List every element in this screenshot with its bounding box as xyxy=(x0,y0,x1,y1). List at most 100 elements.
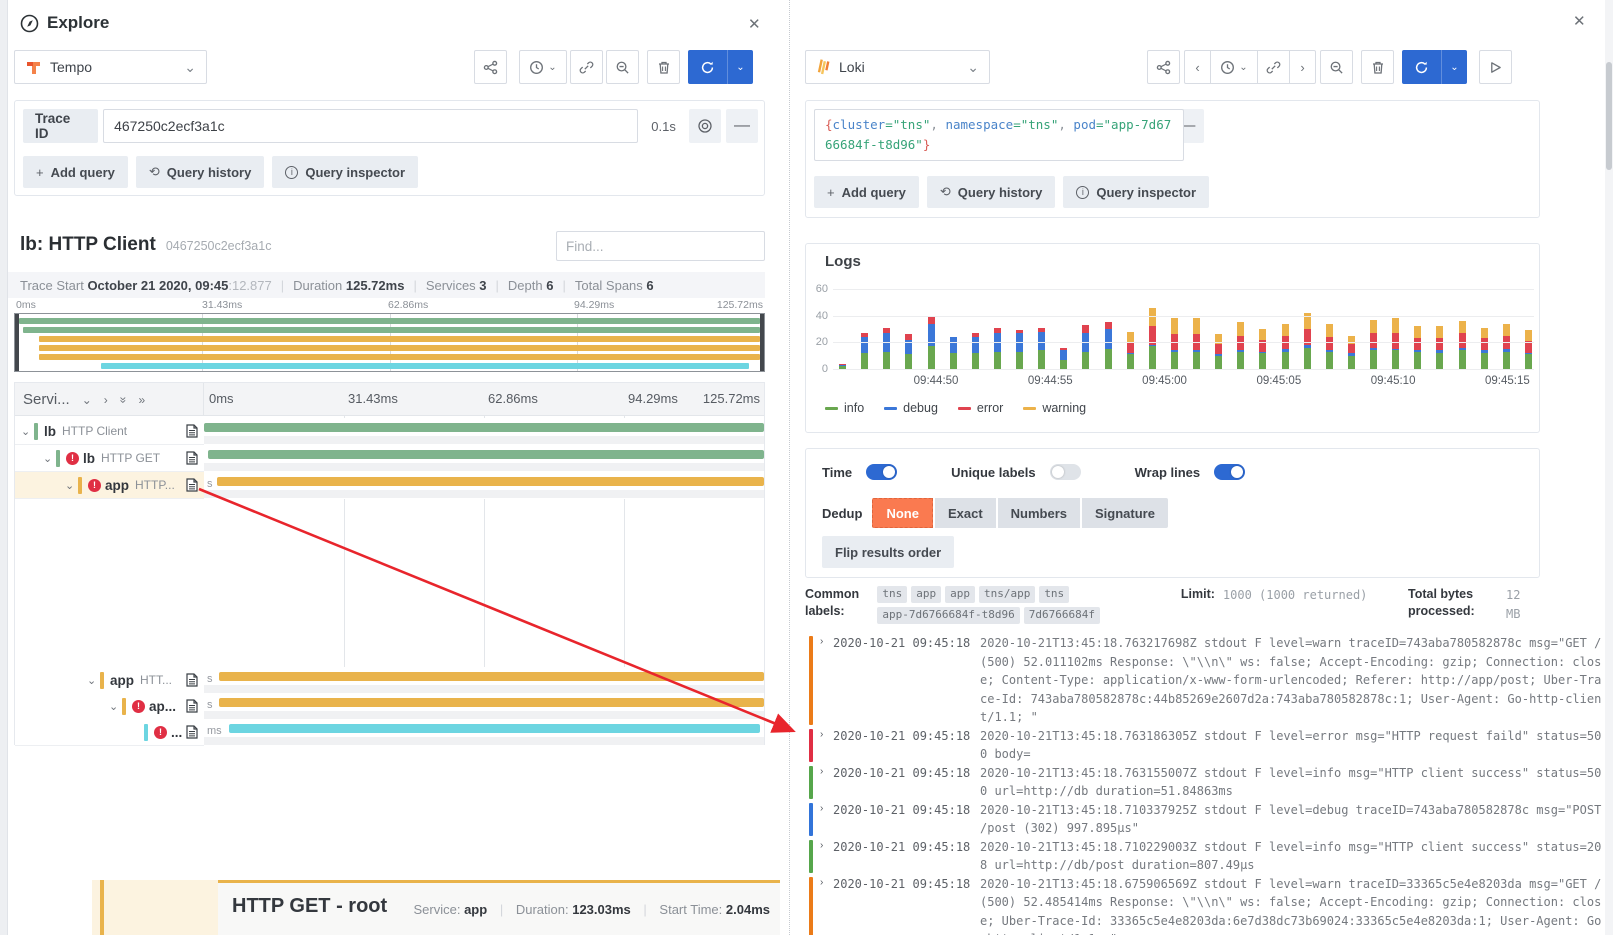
remove-pane-button[interactable] xyxy=(647,50,680,84)
refresh-interval-caret[interactable]: ⌄ xyxy=(727,50,753,84)
datasource-picker-tempo[interactable]: Tempo ⌄ xyxy=(14,50,207,84)
right-scrollbar[interactable] xyxy=(1605,0,1613,935)
span-tree-cell[interactable]: ⌄!appHTTP... xyxy=(15,472,204,499)
disable-query-button[interactable] xyxy=(689,109,721,143)
share-button[interactable] xyxy=(1147,50,1180,84)
refresh-icon[interactable] xyxy=(1402,50,1441,84)
log-row[interactable]: ›2020-10-21 09:45:182020-10-21T13:45:18.… xyxy=(805,634,1605,727)
dedup-option-numbers[interactable]: Numbers xyxy=(998,498,1080,528)
span-tree-cell[interactable]: !... xyxy=(15,719,204,746)
span-row[interactable]: s⌄!ap... xyxy=(15,693,764,720)
link-split-button[interactable] xyxy=(570,50,603,84)
span-row[interactable]: ms!... xyxy=(15,719,764,746)
wrap-lines-toggle[interactable] xyxy=(1214,464,1245,480)
span-bar-track[interactable]: ms xyxy=(204,719,764,746)
refresh-interval-caret[interactable]: ⌄ xyxy=(1441,50,1467,84)
logql-query-editor[interactable]: {cluster="tns", namespace="tns", pod="ap… xyxy=(814,109,1184,161)
remove-query-button[interactable]: — xyxy=(726,109,758,143)
trace-find-input[interactable] xyxy=(556,231,765,261)
span-row[interactable]: s⌄!appHTTP... xyxy=(15,472,764,499)
shift-time-forward-button[interactable]: › xyxy=(1289,50,1316,84)
log-row[interactable]: ›2020-10-21 09:45:182020-10-21T13:45:18.… xyxy=(805,727,1605,764)
span-logs-icon[interactable] xyxy=(186,478,198,497)
trace-id-input[interactable] xyxy=(103,109,638,143)
dedup-option-none[interactable]: None xyxy=(872,498,933,528)
add-query-button[interactable]: +Add query xyxy=(814,176,919,208)
chevron-right-icon[interactable]: › xyxy=(820,634,833,727)
log-row[interactable]: ›2020-10-21 09:45:182020-10-21T13:45:18.… xyxy=(805,764,1605,801)
query-history-button[interactable]: ⟲Query history xyxy=(927,176,1055,208)
span-bar[interactable] xyxy=(219,698,764,707)
span-tree-cell[interactable]: ⌄!ap... xyxy=(15,693,204,720)
close-left-pane-icon[interactable]: ✕ xyxy=(748,17,761,32)
time-toggle[interactable] xyxy=(866,464,897,480)
span-tree-cell[interactable]: ⌄!lbHTTP GET xyxy=(15,445,204,472)
remove-pane-button[interactable] xyxy=(1361,50,1394,84)
span-logs-icon[interactable] xyxy=(186,673,198,692)
trace-minimap[interactable] xyxy=(14,313,765,372)
chevron-down-icon[interactable]: ⌄ xyxy=(21,425,34,438)
dedup-option-exact[interactable]: Exact xyxy=(935,498,996,528)
span-bar[interactable] xyxy=(219,672,764,681)
minimap-right-handle[interactable] xyxy=(760,314,764,371)
span-bar[interactable] xyxy=(204,423,764,432)
log-row[interactable]: ›2020-10-21 09:45:182020-10-21T13:45:18.… xyxy=(805,875,1605,935)
chevron-down-icon[interactable]: ⌄ xyxy=(43,452,56,465)
chevron-down-icon[interactable]: ⌄ xyxy=(109,700,122,713)
chevron-down-icon[interactable]: ⌄ xyxy=(65,479,78,492)
span-logs-icon[interactable] xyxy=(186,725,198,744)
chevron-right-icon[interactable]: › xyxy=(820,838,833,875)
query-inspector-button[interactable]: iQuery inspector xyxy=(272,156,418,188)
span-bar-track[interactable] xyxy=(204,445,764,472)
span-color-indicator xyxy=(100,672,104,689)
span-bar-track[interactable]: s xyxy=(204,472,764,499)
log-row[interactable]: ›2020-10-21 09:45:182020-10-21T13:45:18.… xyxy=(805,801,1605,838)
link-split-button[interactable] xyxy=(1257,50,1290,84)
time-range-button[interactable]: ⌄ xyxy=(519,50,567,84)
span-logs-icon[interactable] xyxy=(186,451,198,470)
chevron-right-icon[interactable]: › xyxy=(820,764,833,801)
live-tail-button[interactable] xyxy=(1479,50,1512,84)
span-row[interactable]: ⌄!lbHTTP GET xyxy=(15,445,764,472)
span-bar-track[interactable] xyxy=(204,418,764,445)
span-row[interactable]: s⌄appHTT... xyxy=(15,667,764,694)
unique-labels-toggle[interactable] xyxy=(1050,464,1081,480)
span-bar-track[interactable]: s xyxy=(204,693,764,720)
legend-item-warning[interactable]: warning xyxy=(1023,401,1086,415)
legend-item-info[interactable]: info xyxy=(825,401,864,415)
zoom-out-button[interactable] xyxy=(1320,50,1353,84)
pane-divider[interactable] xyxy=(789,0,790,935)
shift-time-back-button[interactable]: ‹ xyxy=(1184,50,1211,84)
log-row[interactable]: ›2020-10-21 09:45:182020-10-21T13:45:18.… xyxy=(805,838,1605,875)
span-bar[interactable] xyxy=(229,724,760,733)
span-tree-cell[interactable]: ⌄appHTT... xyxy=(15,667,204,694)
chevron-right-icon[interactable]: › xyxy=(820,801,833,838)
legend-item-error[interactable]: error xyxy=(958,401,1003,415)
chevron-right-icon[interactable]: › xyxy=(820,727,833,764)
span-tree-cell[interactable]: ⌄lbHTTP Client xyxy=(15,418,204,445)
chevron-right-icon[interactable]: › xyxy=(820,875,833,935)
time-range-button[interactable]: ⌄ xyxy=(1210,50,1258,84)
minimap-tick-label: 0ms xyxy=(16,299,36,311)
query-inspector-button[interactable]: iQuery inspector xyxy=(1063,176,1209,208)
legend-item-debug[interactable]: debug xyxy=(884,401,938,415)
close-right-pane-icon[interactable]: ✕ xyxy=(1573,14,1586,29)
flip-results-order-button[interactable]: Flip results order xyxy=(822,536,954,568)
query-history-button[interactable]: ⟲Query history xyxy=(136,156,264,188)
chevron-down-icon[interactable]: ⌄ xyxy=(87,674,100,687)
refresh-icon[interactable] xyxy=(688,50,727,84)
add-query-button[interactable]: +Add query xyxy=(23,156,128,188)
span-bar[interactable] xyxy=(208,450,764,459)
share-button[interactable] xyxy=(474,50,507,84)
zoom-out-button[interactable] xyxy=(606,50,639,84)
run-query-split-button[interactable]: ⌄ xyxy=(688,50,753,84)
dedup-option-signature[interactable]: Signature xyxy=(1082,498,1168,528)
run-query-split-button[interactable]: ⌄ xyxy=(1402,50,1467,84)
span-bar-track[interactable]: s xyxy=(204,667,764,694)
span-row[interactable]: ⌄lbHTTP Client xyxy=(15,418,764,445)
span-logs-icon[interactable] xyxy=(186,699,198,718)
datasource-picker-loki[interactable]: Loki ⌄ xyxy=(805,50,990,84)
span-logs-icon[interactable] xyxy=(186,424,198,443)
scrollbar-thumb[interactable] xyxy=(1606,62,1612,170)
span-bar[interactable] xyxy=(217,477,764,486)
